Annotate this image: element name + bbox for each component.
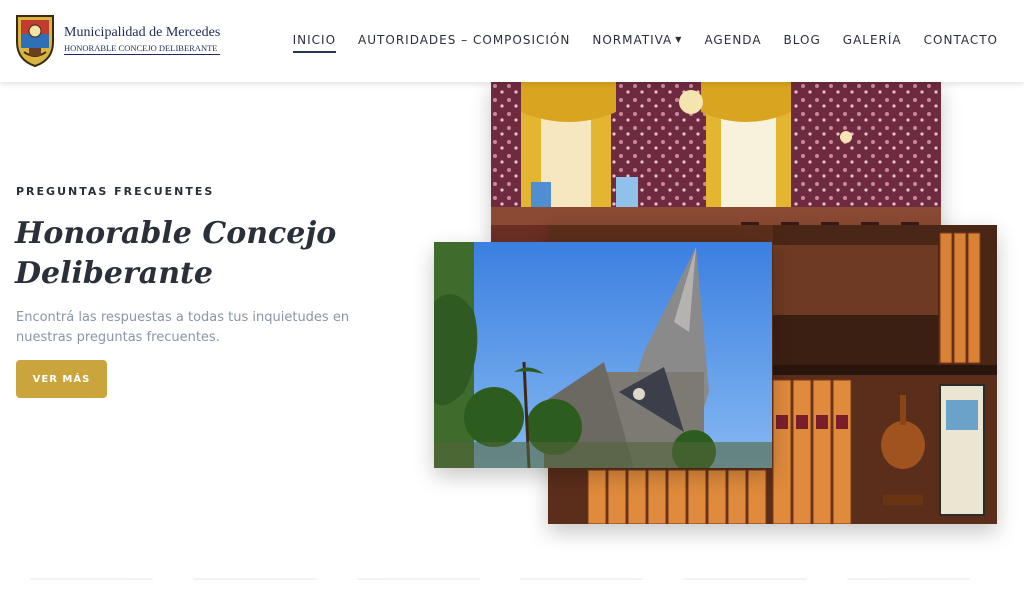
nav-autoridades[interactable]: AUTORIDADES – COMPOSICIÓN [358, 33, 570, 47]
hero-title: Honorable Concejo Deliberante [15, 216, 337, 291]
nav-normativa-label: NORMATIVA [592, 33, 673, 47]
caret-down-icon: ▼ [675, 35, 683, 44]
brand-subtitle: HONORABLE CONCEJO DELIBERANTE [64, 43, 221, 55]
site-header: Municipalidad de Mercedes HONORABLE CONC… [0, 0, 1024, 82]
nav-normativa[interactable]: NORMATIVA ▼ [592, 33, 682, 47]
nav-agenda[interactable]: AGENDA [704, 33, 761, 47]
site-logo[interactable]: Municipalidad de Mercedes HONORABLE CONC… [14, 12, 221, 68]
brand-title: Municipalidad de Mercedes [64, 25, 221, 40]
main-nav: INICIO AUTORIDADES – COMPOSICIÓN NORMATI… [292, 33, 998, 53]
chamber-photo [491, 82, 941, 242]
crest-icon [14, 12, 56, 68]
hero-eyebrow: PREGUNTAS FRECUENTES [16, 185, 215, 198]
nav-inicio[interactable]: INICIO [292, 33, 337, 53]
nav-blog[interactable]: BLOG [784, 33, 821, 47]
ver-mas-button[interactable]: VER MÁS [16, 360, 107, 398]
nav-galeria[interactable]: GALERÍA [843, 33, 902, 47]
cathedral-photo [434, 242, 772, 468]
section-divider [30, 578, 970, 584]
nav-contacto[interactable]: CONTACTO [924, 33, 998, 47]
hero-description: Encontrá las respuestas a todas tus inqu… [16, 310, 350, 345]
